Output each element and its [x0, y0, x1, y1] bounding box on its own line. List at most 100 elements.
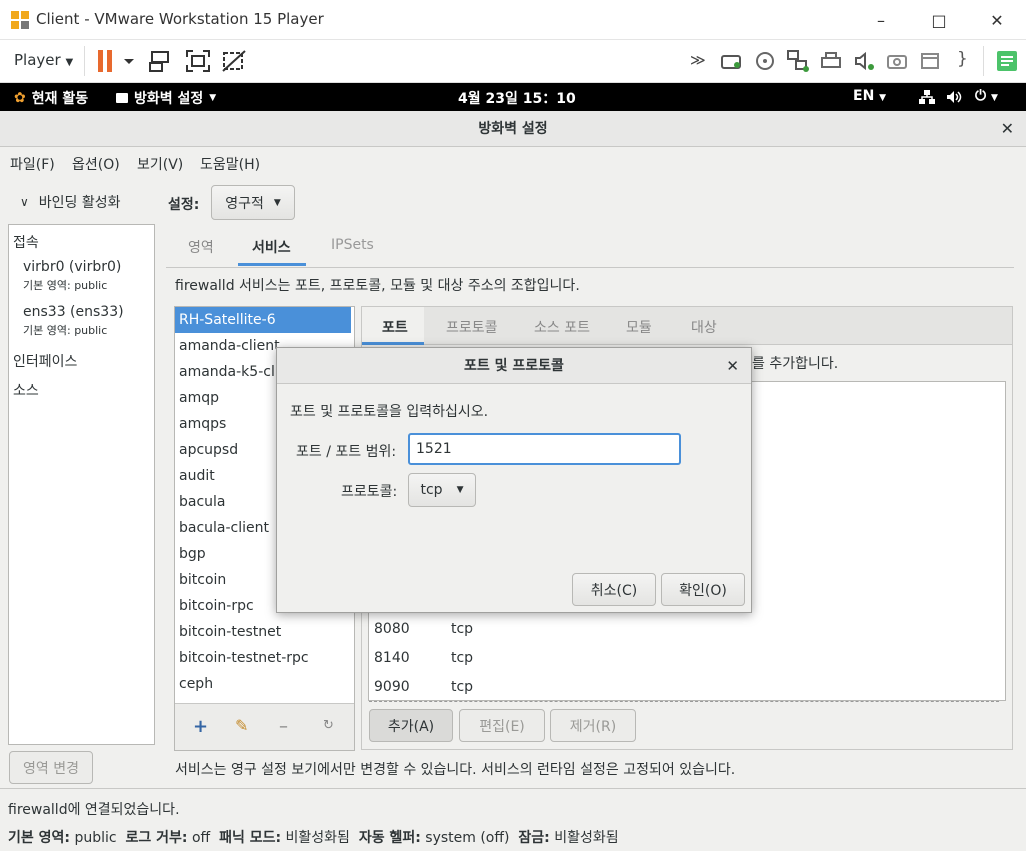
- close-icon[interactable]: ✕: [726, 348, 739, 384]
- default-zone-value: public: [74, 830, 117, 846]
- menu-options[interactable]: 옵션(O): [72, 154, 120, 174]
- add-port-button[interactable]: 추가(A): [369, 709, 453, 742]
- close-icon[interactable]: ✕: [968, 0, 1026, 40]
- subtab-destination[interactable]: 대상: [691, 317, 717, 337]
- maximize-icon[interactable]: □: [910, 0, 968, 40]
- table-row[interactable]: 8140 tcp: [369, 645, 999, 673]
- menu-view[interactable]: 보기(V): [137, 154, 183, 174]
- protocol-label: 프로토콜:: [341, 484, 398, 500]
- connection-name: ens33 (ens33): [23, 304, 124, 320]
- add-icon[interactable]: +: [193, 716, 208, 737]
- vmware-toolbar: Player ▼ ≫ }: [0, 40, 1026, 83]
- log-denied-value: off: [191, 830, 211, 846]
- helper-label: 자동 헬퍼:: [358, 830, 421, 846]
- app-menu[interactable]: 방화벽 설정 ▼: [116, 88, 216, 108]
- list-item[interactable]: bitcoin-testnet: [175, 619, 351, 645]
- services-toolbar: + ✎ – ↻: [175, 703, 354, 750]
- activities-label: 현재 활동: [31, 91, 89, 107]
- network-icon[interactable]: [918, 89, 936, 105]
- fullscreen-icon[interactable]: [185, 49, 211, 73]
- list-item[interactable]: bitcoin-testnet-rpc: [175, 645, 351, 671]
- app-menu-label: 방화벽 설정: [134, 91, 204, 107]
- camera-icon[interactable]: [886, 50, 908, 72]
- menu-help[interactable]: 도움말(H): [200, 154, 260, 174]
- change-zone-button[interactable]: 영역 변경: [9, 751, 93, 784]
- pause-icon[interactable]: [96, 49, 136, 73]
- gnome-topbar: ✿ 현재 활동 방화벽 설정 ▼ 4월 23일 15：10 EN ▼ ⏻ ▼: [0, 83, 1026, 111]
- unity-icon[interactable]: [221, 49, 247, 73]
- binding-toggle-label: 바인딩 활성화: [38, 195, 121, 211]
- chevron-down-icon: ▼: [273, 197, 281, 208]
- usb-device-icon[interactable]: [919, 50, 941, 72]
- port-input[interactable]: [408, 433, 681, 465]
- binding-toggle[interactable]: ∨ 바인딩 활성화: [20, 192, 121, 212]
- config-select[interactable]: 영구적 ▼: [211, 185, 295, 220]
- menu-file[interactable]: 파일(F): [10, 154, 55, 174]
- subtab-modules[interactable]: 모듈: [626, 317, 652, 337]
- ports-hint: 를 추가합니다.: [752, 356, 839, 372]
- lockdown-value: 비활성화됨: [554, 830, 619, 846]
- protocol-cell: tcp: [451, 621, 474, 637]
- tab-services[interactable]: 서비스: [252, 237, 291, 257]
- notes-icon[interactable]: [995, 49, 1019, 73]
- tab-zones[interactable]: 영역: [188, 237, 214, 257]
- send-ctrl-alt-del-icon[interactable]: [148, 49, 174, 73]
- dialog-title: 포트 및 프로토콜: [464, 358, 564, 374]
- subtab-ports[interactable]: 포트: [382, 317, 408, 337]
- edit-port-button[interactable]: 편집(E): [459, 709, 545, 742]
- close-icon[interactable]: ✕: [1001, 111, 1014, 147]
- connection-ens33[interactable]: ens33 (ens33) 기본 영역: public: [23, 304, 124, 338]
- player-menu[interactable]: Player ▼: [14, 51, 73, 69]
- list-item[interactable]: ceph: [175, 671, 351, 697]
- status-line: 기본 영역: public 로그 거부: off 패닉 모드: 비활성화됨 자동…: [8, 827, 619, 847]
- remove-port-button[interactable]: 제거(R): [550, 709, 636, 742]
- edit-icon[interactable]: ✎: [235, 716, 248, 735]
- sources-heading[interactable]: 소스: [13, 380, 39, 400]
- connections-heading: 접속: [13, 235, 39, 251]
- zone-value: public: [74, 279, 108, 292]
- config-value: 영구적: [225, 195, 264, 212]
- remove-icon[interactable]: –: [279, 716, 288, 737]
- cd-icon[interactable]: [754, 50, 776, 72]
- port-cell: 9090: [374, 679, 410, 695]
- vmware-titlebar: Client - VMware Workstation 15 Player – …: [0, 0, 1026, 40]
- helper-value: system (off): [425, 830, 510, 846]
- separator: [983, 46, 984, 76]
- service-description: firewalld 서비스는 포트, 프로토콜, 모듈 및 대상 주소의 조합입…: [175, 278, 580, 294]
- app-headerbar: 방화벽 설정 ✕: [0, 111, 1026, 147]
- chevron-down-icon: ▼: [990, 93, 998, 103]
- subtab-source-ports[interactable]: 소스 포트: [534, 317, 590, 337]
- minimize-icon[interactable]: –: [852, 0, 910, 40]
- interfaces-heading[interactable]: 인터페이스: [13, 351, 77, 371]
- list-item[interactable]: RH-Satellite-6: [175, 307, 351, 333]
- harddisk-icon[interactable]: [720, 50, 744, 72]
- table-row[interactable]: 9090 tcp: [369, 674, 999, 702]
- connection-name: virbr0 (virbr0): [23, 259, 122, 275]
- protocol-select[interactable]: tcp ▼: [408, 473, 476, 507]
- ok-button[interactable]: 확인(O): [661, 573, 745, 606]
- volume-icon[interactable]: [945, 89, 963, 105]
- power-menu[interactable]: ⏻ ▼: [975, 88, 998, 104]
- activities-button[interactable]: ✿ 현재 활동: [14, 88, 88, 108]
- chevron-down-icon: ▼: [879, 93, 887, 103]
- tab-divider: [166, 267, 1014, 268]
- sound-icon[interactable]: [853, 50, 875, 72]
- tab-ipsets[interactable]: IPSets: [331, 237, 374, 253]
- zone-label: 기본 영역:: [23, 279, 71, 292]
- connection-virbr0[interactable]: virbr0 (virbr0) 기본 영역: public: [23, 259, 121, 293]
- language-menu[interactable]: EN ▼: [853, 88, 886, 104]
- network-adapter-icon[interactable]: [786, 49, 810, 73]
- config-label: 설정:: [168, 197, 200, 213]
- cancel-button[interactable]: 취소(C): [572, 573, 656, 606]
- shared-folder-icon[interactable]: }: [957, 49, 968, 69]
- port-cell: 8080: [374, 621, 410, 637]
- table-row[interactable]: 8080 tcp: [369, 616, 999, 644]
- clock[interactable]: 4월 23일 15：10: [458, 88, 576, 108]
- subtab-protocols[interactable]: 프로토콜: [446, 317, 498, 337]
- status-divider: [0, 788, 1026, 789]
- more-devices-icon[interactable]: ≫: [690, 51, 706, 69]
- window-title: Client - VMware Workstation 15 Player: [36, 10, 324, 28]
- printer-icon[interactable]: [820, 50, 842, 72]
- active-tab-indicator: [238, 263, 306, 266]
- reload-icon[interactable]: ↻: [323, 718, 334, 733]
